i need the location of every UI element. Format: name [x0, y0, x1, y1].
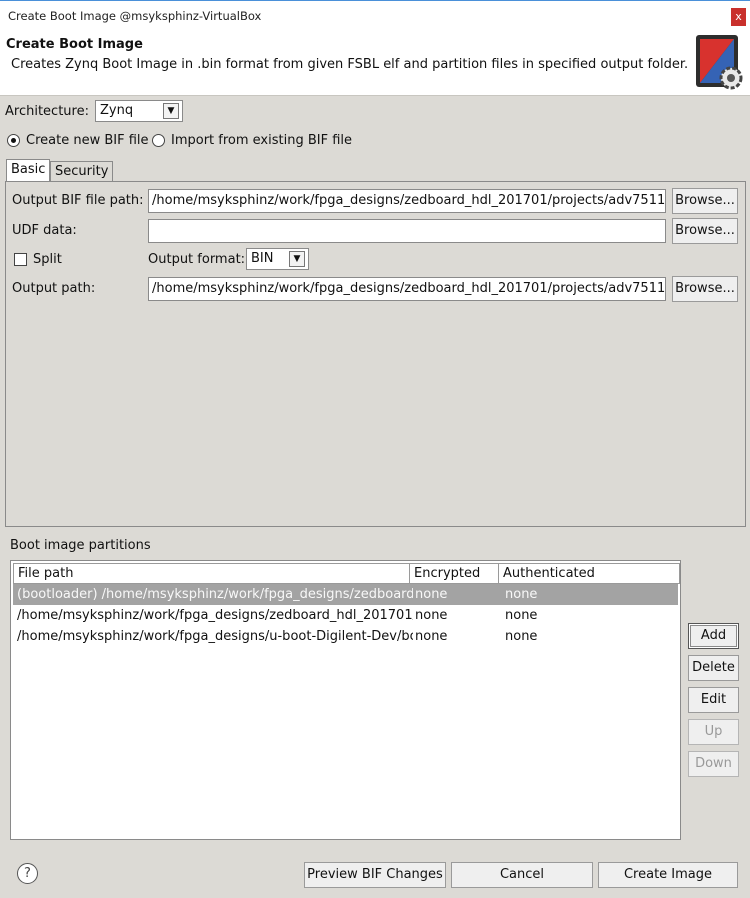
output-path-label: Output path: [12, 281, 96, 296]
output-format-value: BIN [251, 251, 274, 266]
cell-file-path: /home/msyksphinz/work/fpga_designs/zedbo… [17, 608, 413, 623]
tab-basic[interactable]: Basic [6, 159, 51, 182]
create-new-bif-label[interactable]: Create new BIF file [26, 133, 149, 148]
boot-image-gear-icon [696, 35, 743, 90]
chevron-down-icon: ▼ [289, 251, 305, 267]
browse-udf-button[interactable]: Browse... [672, 218, 738, 244]
browse-bif-button[interactable]: Browse... [672, 188, 738, 214]
edit-partition-button[interactable]: Edit [688, 687, 739, 713]
move-up-button[interactable]: Up [688, 719, 739, 745]
cell-file-path: /home/msyksphinz/work/fpga_designs/u-boo… [17, 629, 413, 644]
architecture-select[interactable]: Zynq ▼ [95, 100, 183, 122]
table-row[interactable]: /home/msyksphinz/work/fpga_designs/u-boo… [13, 626, 678, 647]
help-icon[interactable]: ? [17, 863, 38, 884]
chevron-down-icon: ▼ [163, 103, 179, 119]
window-title-bar: Create Boot Image @msyksphinz-VirtualBox… [0, 0, 750, 33]
partitions-label: Boot image partitions [10, 538, 151, 553]
output-bif-label: Output BIF file path: [12, 193, 144, 208]
cell-authenticated: none [505, 587, 538, 602]
architecture-label: Architecture: [5, 104, 89, 119]
table-row[interactable]: (bootloader) /home/msyksphinz/work/fpga_… [13, 584, 678, 605]
output-format-label: Output format: [148, 252, 246, 267]
cancel-button[interactable]: Cancel [451, 862, 593, 888]
cell-encrypted: none [415, 608, 448, 623]
create-image-button[interactable]: Create Image [598, 862, 738, 888]
preview-bif-changes-button[interactable]: Preview BIF Changes [304, 862, 446, 888]
output-path-field[interactable]: /home/msyksphinz/work/fpga_designs/zedbo… [148, 277, 666, 301]
column-header-encrypted[interactable]: Encrypted [409, 563, 499, 584]
cell-encrypted: none [415, 587, 448, 602]
column-header-file-path[interactable]: File path [13, 563, 410, 584]
dialog-header: Create Boot Image Creates Zynq Boot Imag… [0, 33, 750, 96]
cell-file-path: (bootloader) /home/msyksphinz/work/fpga_… [17, 587, 413, 602]
create-new-bif-radio[interactable] [7, 134, 20, 147]
cell-encrypted: none [415, 629, 448, 644]
partitions-table: File path Encrypted Authenticated (bootl… [10, 560, 681, 840]
architecture-value: Zynq [100, 103, 134, 118]
udf-data-field[interactable] [148, 219, 666, 243]
output-format-select[interactable]: BIN ▼ [246, 248, 309, 270]
cell-authenticated: none [505, 608, 538, 623]
close-button[interactable]: x [731, 8, 746, 26]
add-partition-button[interactable]: Add [688, 623, 739, 649]
tab-security[interactable]: Security [50, 161, 114, 182]
output-bif-path-field[interactable]: /home/msyksphinz/work/fpga_designs/zedbo… [148, 189, 666, 213]
import-bif-label[interactable]: Import from existing BIF file [171, 133, 352, 148]
browse-output-button[interactable]: Browse... [672, 276, 738, 302]
dialog-description: Creates Zynq Boot Image in .bin format f… [11, 57, 689, 72]
delete-partition-button[interactable]: Delete [688, 655, 739, 681]
dialog-title: Create Boot Image [6, 37, 143, 52]
column-header-authenticated[interactable]: Authenticated [498, 563, 680, 584]
split-label[interactable]: Split [33, 252, 62, 267]
udf-data-label: UDF data: [12, 223, 77, 238]
import-bif-radio[interactable] [152, 134, 165, 147]
move-down-button[interactable]: Down [688, 751, 739, 777]
split-checkbox[interactable] [14, 253, 27, 266]
window-title: Create Boot Image @msyksphinz-VirtualBox [8, 9, 262, 23]
cell-authenticated: none [505, 629, 538, 644]
table-row[interactable]: /home/msyksphinz/work/fpga_designs/zedbo… [13, 605, 678, 626]
